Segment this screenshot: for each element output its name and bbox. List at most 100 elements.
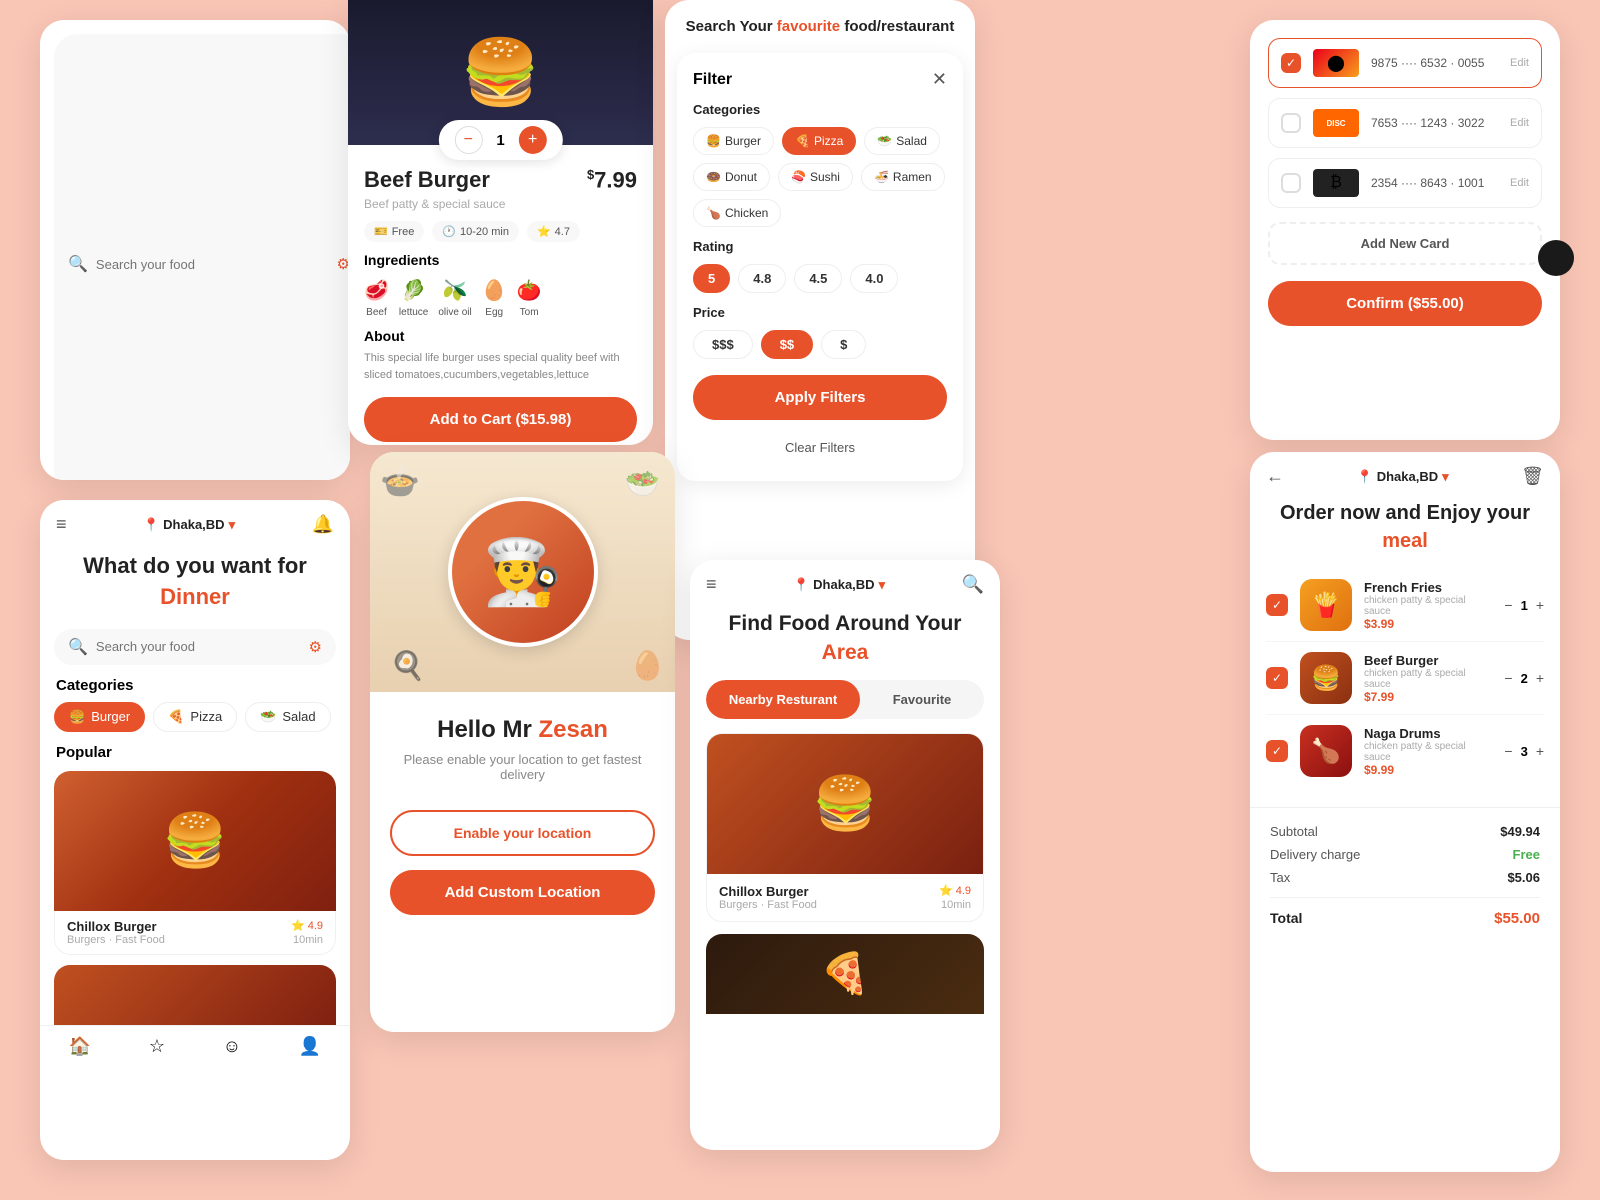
payment-discover[interactable]: DISC 7653 ···· 1243 · 3022 Edit (1268, 98, 1542, 148)
qty-minus-naga[interactable]: − (1504, 743, 1512, 759)
about-text: This special life burger uses special qu… (364, 350, 637, 383)
bitcoin-checkbox (1281, 173, 1301, 193)
food-card-chillox[interactable]: 🍔 Chillox Burger Burgers · Fast Food ⭐ 4… (54, 771, 336, 955)
apply-filters-button[interactable]: Apply Filters (693, 375, 947, 420)
nav-profile-2[interactable]: ☺ (223, 1036, 241, 1057)
cat-burger-2[interactable]: 🍔Burger (54, 702, 145, 732)
mastercard-checkbox: ✓ (1281, 53, 1301, 73)
nav-user-2[interactable]: 👤 (299, 1036, 321, 1057)
filter-close-button[interactable]: ✕ (932, 69, 947, 90)
search-header: Search Your favourite food/restaurant (665, 0, 975, 45)
item-checkbox-fries[interactable]: ✓ (1266, 594, 1288, 616)
ingredient-tomato: 🍅Tom (517, 278, 542, 318)
item-details-fries: French Fries chicken patty & special sau… (1364, 580, 1492, 631)
nav-home-2[interactable]: 🏠 (69, 1036, 91, 1057)
rating-title: Rating (693, 239, 947, 254)
notification-icon[interactable]: 🔔 (312, 514, 334, 535)
confirm-button[interactable]: Confirm ($55.00) (1268, 281, 1542, 326)
payment-mastercard[interactable]: ✓ ⬤ 9875 ···· 6532 · 0055 Edit (1268, 38, 1542, 88)
bg-food-3: 🍳 (390, 649, 425, 682)
search-icon-2: 🔍 (68, 637, 88, 657)
bottom-nav-2: 🏠 ☆ ☺ 👤 (40, 1025, 350, 1063)
rating-48[interactable]: 4.8 (738, 264, 786, 293)
burger-price: $7.99 (587, 167, 637, 193)
ingredient-beef: 🥩Beef (364, 278, 389, 318)
bitcoin-edit[interactable]: Edit (1510, 177, 1529, 189)
delivery-value: Free (1513, 847, 1540, 862)
rating-40[interactable]: 4.0 (850, 264, 898, 293)
restaurant-card-chillox[interactable]: 🍔 Chillox Burger Burgers · Fast Food ⭐ 4… (706, 733, 984, 922)
discover-edit[interactable]: Edit (1510, 117, 1529, 129)
filter-cat-chicken[interactable]: 🍗Chicken (693, 199, 781, 227)
price-1dollar[interactable]: $ (821, 330, 866, 359)
item-checkbox-naga[interactable]: ✓ (1266, 740, 1288, 762)
payment-bitcoin[interactable]: ₿ 2354 ···· 8643 · 1001 Edit (1268, 158, 1542, 208)
nav-fav-2[interactable]: ☆ (149, 1036, 165, 1057)
add-to-cart-button[interactable]: Add to Cart ($15.98) (364, 397, 637, 442)
qty-plus-naga[interactable]: + (1536, 743, 1544, 759)
qty-minus-burger[interactable]: − (1504, 670, 1512, 686)
about-title: About (364, 328, 637, 344)
rating-45[interactable]: 4.5 (794, 264, 842, 293)
item-checkbox-burger[interactable]: ✓ (1266, 667, 1288, 689)
mastercard-edit[interactable]: Edit (1510, 57, 1529, 69)
item-qty-fries: − 1 + (1504, 597, 1544, 613)
trash-button[interactable]: 🗑 (1521, 466, 1544, 487)
screen-filter: Search Your favourite food/restaurant Fi… (665, 0, 975, 640)
discover-checkbox (1281, 113, 1301, 133)
menu-icon[interactable]: ≡ (56, 514, 67, 535)
qty-plus[interactable]: + (519, 126, 547, 154)
chillox-rating: ⭐ 4.9 (291, 919, 323, 932)
search-input-2[interactable] (96, 639, 301, 654)
add-new-card-button[interactable]: Add New Card (1268, 222, 1542, 265)
screen-location: 🍲 🥗 🍳 🥚 👨‍🍳 Hello Mr Zesan Please enable… (370, 452, 675, 1032)
filter-categories-title: Categories (693, 102, 947, 117)
back-button[interactable]: ← (1266, 466, 1284, 487)
qty-val-burger: 2 (1521, 671, 1528, 686)
qty-minus[interactable]: − (454, 126, 482, 154)
filter-cat-donut[interactable]: 🍩Donut (693, 163, 770, 191)
tab-favourite[interactable]: Favourite (860, 680, 984, 719)
qty-minus-fries[interactable]: − (1504, 597, 1512, 613)
location-pill-3[interactable]: 📍Dhaka,BD▾ (793, 577, 885, 593)
rating-5[interactable]: 5 (693, 264, 730, 293)
cat-salad-2[interactable]: 🥗Salad (245, 702, 330, 732)
subtotal-value: $49.94 (1500, 824, 1540, 839)
item-img-fries: 🍟 (1300, 579, 1352, 631)
add-custom-location-button[interactable]: Add Custom Location (390, 870, 655, 915)
qty-plus-fries[interactable]: + (1536, 597, 1544, 613)
tag-time: 🕐10-20 min (432, 221, 519, 242)
price-2dollar[interactable]: $$ (761, 330, 813, 359)
ingredient-oliveoil: 🫒olive oil (438, 278, 471, 318)
item-qty-burger: − 2 + (1504, 670, 1544, 686)
ingredient-egg: 🥚Egg (482, 278, 507, 318)
screen-home-top: 🔍 ⚙ Categories 🍔Burger 🍕Pizza 🥗Salad Pop… (40, 20, 350, 480)
qty-plus-burger[interactable]: + (1536, 670, 1544, 686)
find-title: Find Food Around YourArea (690, 603, 1000, 680)
search-icon-3[interactable]: 🔍 (962, 574, 984, 595)
filter-icon-2[interactable]: ⚙ (309, 638, 322, 656)
menu-icon-3[interactable]: ≡ (706, 574, 717, 595)
tab-nearby[interactable]: Nearby Resturant (706, 680, 860, 719)
clear-filters-button[interactable]: Clear Filters (693, 430, 947, 465)
location-pill[interactable]: 📍Dhaka,BD▾ (143, 517, 235, 533)
enable-location-button[interactable]: Enable your location (390, 810, 655, 856)
filter-cat-salad[interactable]: 🥗Salad (864, 127, 940, 155)
bg-food-1: 🍲 (380, 462, 420, 500)
chillox-rating-2: ⭐ 4.9 (939, 884, 971, 897)
location-pill-4[interactable]: 📍Dhaka,BD▾ (1357, 469, 1449, 485)
bitcoin-number: 2354 ···· 8643 · 1001 (1371, 176, 1498, 190)
filter-cat-ramen[interactable]: 🍜Ramen (861, 163, 945, 191)
search-input[interactable] (96, 257, 329, 272)
tag-rating: ⭐4.7 (527, 221, 580, 242)
delivery-label: Delivery charge (1270, 847, 1360, 862)
price-3dollar[interactable]: $$$ (693, 330, 753, 359)
item-qty-naga: − 3 + (1504, 743, 1544, 759)
cat-pizza-2[interactable]: 🍕Pizza (153, 702, 237, 732)
screen-home-bottom: ≡ 📍Dhaka,BD▾ 🔔 What do you want forDinne… (40, 500, 350, 1160)
filter-cat-sushi[interactable]: 🍣Sushi (778, 163, 853, 191)
subtotal-label: Subtotal (1270, 824, 1318, 839)
filter-cat-pizza[interactable]: 🍕Pizza (782, 127, 856, 155)
filter-title: Filter (693, 71, 732, 89)
filter-cat-burger[interactable]: 🍔Burger (693, 127, 774, 155)
